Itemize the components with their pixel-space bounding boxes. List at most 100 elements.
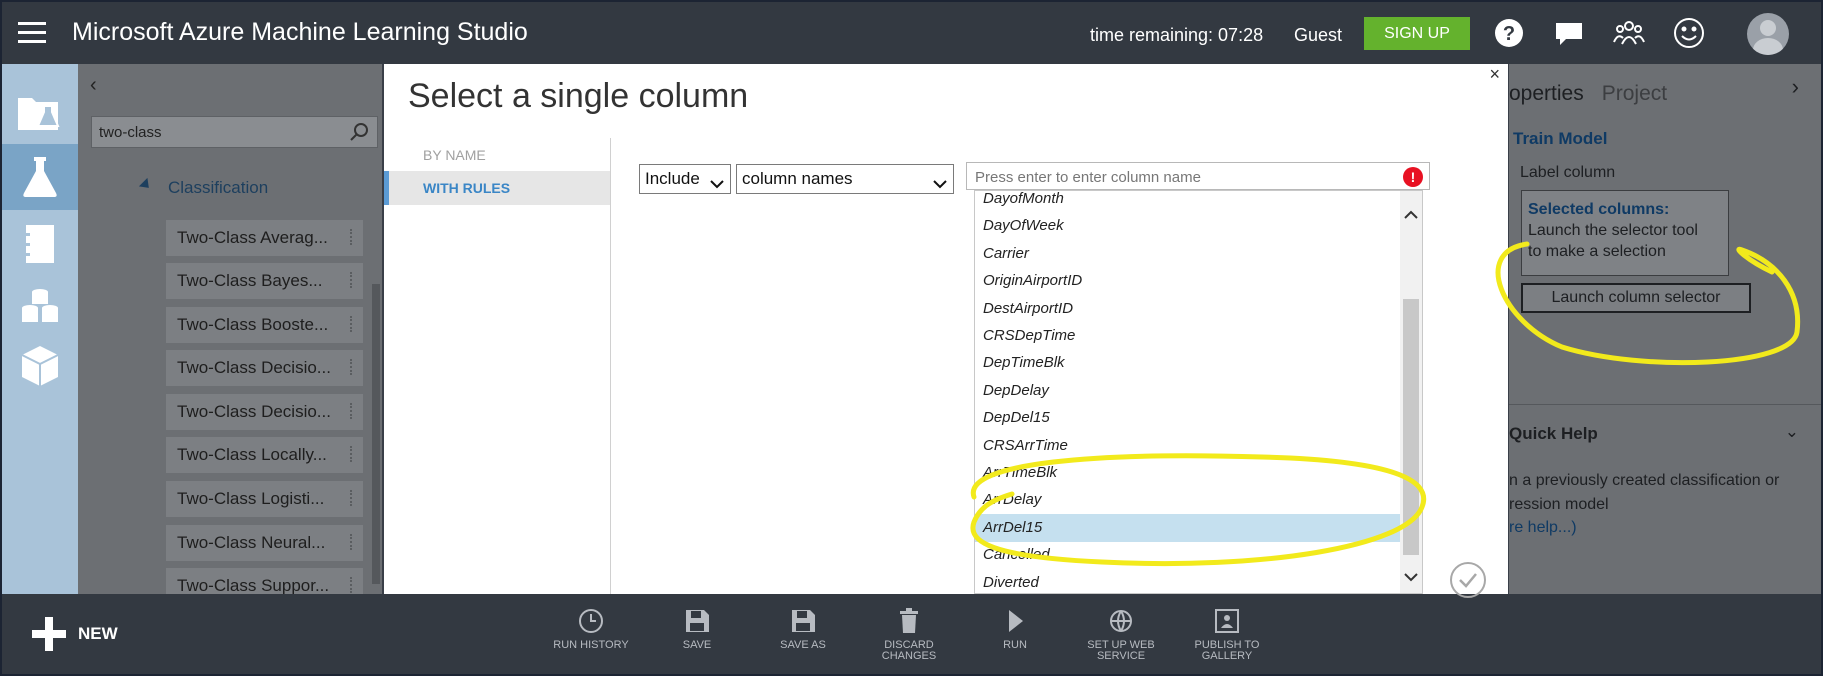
palette-scrollbar[interactable]	[372, 284, 380, 584]
include-select-value: Include	[645, 169, 700, 188]
column-autocomplete-list[interactable]: DayofMonth DayOfWeek Carrier OriginAirportI…	[974, 190, 1423, 594]
rule-type-select-value: column names	[742, 169, 853, 188]
column-option[interactable]: ArrTimeBlk	[975, 459, 1400, 487]
column-option[interactable]: DepDelay	[975, 377, 1400, 405]
rule-type-select[interactable]: column names	[736, 164, 954, 194]
expand-triangle-icon[interactable]	[138, 177, 154, 193]
column-option[interactable]: DestAirportID	[975, 295, 1400, 323]
selected-columns-line2: to make a selection	[1528, 243, 1666, 260]
toolbar-label: SAVE AS	[780, 639, 826, 651]
column-option[interactable]: DayOfWeek	[975, 212, 1400, 240]
column-option[interactable]: ArrDel15	[975, 513, 1400, 542]
tab-with-rules[interactable]: WITH RULES	[384, 171, 610, 205]
palette-module-item[interactable]: Two-Class Averag...	[166, 220, 363, 256]
palette-module-item[interactable]: Two-Class Decisio...	[166, 394, 363, 430]
scroll-down-icon[interactable]	[1404, 569, 1418, 587]
set-up-web-service-button[interactable]: SET UP WEB SERVICE	[1068, 608, 1174, 662]
selected-columns-box: Selected columns: Launch the selector to…	[1521, 190, 1729, 276]
tab-project[interactable]: Project	[1602, 82, 1667, 105]
datasets-icon[interactable]	[2, 276, 78, 336]
app-title: Microsoft Azure Machine Learning Studio	[72, 18, 528, 46]
category-classification[interactable]: Classification	[168, 178, 268, 198]
play-icon	[1009, 610, 1023, 632]
scrollbar-thumb[interactable]	[1403, 299, 1419, 555]
launch-column-selector-button[interactable]: Launch column selector	[1521, 283, 1751, 313]
help-icon[interactable]: ?	[1492, 16, 1526, 50]
palette-module-item[interactable]: Two-Class Booste...	[166, 307, 363, 343]
column-option[interactable]: Diverted	[975, 569, 1400, 593]
selected-columns-line1: Launch the selector tool	[1528, 222, 1698, 239]
column-option[interactable]: CRSArrTime	[975, 432, 1400, 460]
palette-module-item[interactable]: Two-Class Bayes...	[166, 263, 363, 299]
palette-module-label: Two-Class Logisti...	[177, 489, 325, 508]
drag-handle-icon[interactable]	[350, 490, 354, 506]
palette-module-item[interactable]: Two-Class Decisio...	[166, 350, 363, 386]
smiley-icon[interactable]	[1672, 16, 1706, 50]
notebooks-icon[interactable]	[2, 214, 78, 274]
chevron-down-icon[interactable]: ⌄	[1785, 422, 1799, 442]
toolbar-label: SAVE	[682, 639, 712, 651]
sign-up-button[interactable]: SIGN UP	[1364, 17, 1470, 50]
more-help-link[interactable]: re help...)	[1509, 519, 1577, 537]
avatar[interactable]	[1747, 13, 1789, 55]
drag-handle-icon[interactable]	[350, 403, 354, 419]
new-button[interactable]: NEW	[32, 614, 118, 654]
drag-handle-icon[interactable]	[350, 316, 354, 332]
palette-module-item[interactable]: Two-Class Locally...	[166, 437, 363, 473]
search-input[interactable]: two-class	[91, 116, 378, 148]
drag-handle-icon[interactable]	[350, 272, 354, 288]
include-select[interactable]: Include	[639, 164, 731, 194]
quick-help-heading[interactable]: Quick Help	[1509, 424, 1598, 444]
palette-module-item[interactable]: Two-Class Logisti...	[166, 481, 363, 517]
column-option[interactable]: DepDel15	[975, 404, 1400, 432]
module-name: Train Model	[1513, 129, 1608, 148]
run-history-button[interactable]: RUN HISTORY	[538, 608, 644, 651]
scroll-up-icon[interactable]	[1404, 207, 1418, 225]
drag-handle-icon[interactable]	[350, 229, 354, 245]
hamburger-menu-icon[interactable]	[18, 22, 46, 44]
publish-to-gallery-button[interactable]: PUBLISH TO GALLERY	[1174, 608, 1280, 662]
chevron-down-icon	[933, 174, 947, 194]
column-list-scrollbar[interactable]	[1400, 191, 1422, 593]
column-option[interactable]: Carrier	[975, 240, 1400, 268]
projects-icon[interactable]	[2, 84, 78, 144]
drag-handle-icon[interactable]	[350, 359, 354, 375]
column-option[interactable]: DayofMonth	[975, 191, 1400, 213]
feedback-icon[interactable]	[1552, 16, 1586, 50]
drag-handle-icon[interactable]	[350, 577, 354, 593]
collapse-properties-icon[interactable]: ›	[1792, 74, 1799, 100]
experiments-icon[interactable]	[2, 144, 78, 210]
palette-module-item[interactable]: Two-Class Neural...	[166, 525, 363, 561]
column-option[interactable]: DepTimeBlk	[975, 349, 1400, 377]
toolbar-label: DISCARD CHANGES	[881, 639, 937, 662]
drag-handle-icon[interactable]	[350, 446, 354, 462]
module-palette: ‹ two-class Classification Two-Class Ave…	[78, 64, 382, 604]
column-option[interactable]: CRSDepTime	[975, 322, 1400, 350]
palette-module-label: Two-Class Locally...	[177, 445, 327, 464]
collapse-palette-icon[interactable]: ‹	[90, 74, 97, 97]
tab-by-name[interactable]: BY NAME	[384, 138, 610, 172]
close-icon[interactable]: ×	[1489, 64, 1500, 85]
column-name-input[interactable]: Press enter to enter column name !	[966, 162, 1430, 190]
search-icon[interactable]	[349, 122, 369, 147]
toolbar-label: RUN	[1003, 639, 1027, 651]
quick-help-line2: ression model	[1509, 496, 1609, 513]
column-option[interactable]: OriginAirportID	[975, 267, 1400, 295]
properties-tabs: operties Project	[1509, 82, 1667, 106]
toolbar-label: SET UP WEB SERVICE	[1087, 639, 1155, 662]
community-icon[interactable]	[1612, 16, 1646, 50]
save-button[interactable]: SAVE	[644, 608, 750, 651]
drag-handle-icon[interactable]	[350, 534, 354, 550]
user-name: Guest	[1294, 25, 1343, 45]
tab-properties[interactable]: operties	[1509, 82, 1584, 105]
chevron-down-icon	[710, 174, 724, 194]
quick-help-line1: n a previously created classification or	[1509, 472, 1780, 489]
discard-changes-button[interactable]: DISCARD CHANGES	[856, 608, 962, 662]
ok-checkmark-button[interactable]	[1450, 562, 1486, 598]
save-as-button[interactable]: SAVE AS	[750, 608, 856, 651]
web-service-icon	[1110, 610, 1132, 632]
models-icon[interactable]	[2, 336, 78, 396]
column-option[interactable]: ArrDelay	[975, 486, 1400, 514]
column-option[interactable]: Cancelled	[975, 541, 1400, 569]
run-button[interactable]: RUN	[962, 608, 1068, 651]
